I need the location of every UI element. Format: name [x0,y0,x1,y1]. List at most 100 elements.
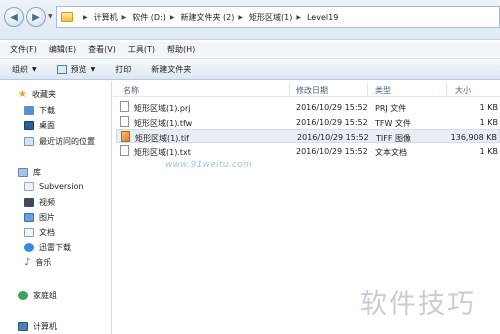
chevron-right-icon[interactable]: ▶ [122,14,127,21]
thunder-icon [24,243,34,252]
file-date: 2016/10/29 15:52 [296,147,368,156]
file-row[interactable]: 矩形区域(1).prj 2016/10/29 15:52 PRJ 文件 1 KB [116,100,500,114]
file-date: 2016/10/29 15:52 [297,133,369,142]
preview-icon [56,64,67,74]
file-row[interactable]: 矩形区域(1).tfw 2016/10/29 15:52 TFW 文件 1 KB [116,115,500,129]
homegroup-icon [18,291,28,300]
back-button[interactable]: ◀ [4,7,24,27]
file-row-selected[interactable]: 矩形区域(1).tif 2016/10/29 15:52 TIFF 图像 136… [116,129,500,143]
preview-button[interactable]: 预览 ▼ [56,64,96,75]
breadcrumb-label: 软件 (D:) [132,12,166,22]
breadcrumb-item[interactable]: 新建文件夹 (2) ▶ [181,12,250,23]
chevron-right-icon[interactable]: ▶ [238,14,243,21]
nav-label: 音乐 [35,258,52,267]
chevron-right-icon[interactable]: ▶ [296,14,301,21]
nav-label: 视频 [39,198,55,207]
nav-subversion[interactable]: Subversion [24,182,84,191]
recent-pages-dropdown-icon[interactable]: ▼ [48,13,53,20]
column-header-row: 名称 修改日期 类型 大小 [113,81,500,97]
column-type[interactable]: 类型 [375,85,391,96]
nav-thunder-downloads[interactable]: 迅雷下载 [24,242,71,253]
file-size: 1 KB [479,147,498,156]
breadcrumb-label: 矩形区域(1) [249,12,293,22]
breadcrumb-arrow-root[interactable]: ▶ [79,14,94,21]
file-date: 2016/10/29 15:52 [296,118,368,127]
file-type: PRJ 文件 [375,104,407,113]
nav-label: 迅雷下载 [39,243,71,252]
column-divider[interactable] [289,83,290,95]
new-folder-label: 新建文件夹 [151,64,192,74]
music-note-icon: ♪ [24,257,31,268]
forward-button[interactable]: ▶ [26,7,46,27]
watermark-url: www.91weitu.com [165,160,253,170]
breadcrumb-item[interactable]: 软件 (D:) ▶ [132,12,180,23]
address-bar-area: ◀ ▶ ▼ ▶ 计算机 ▶ 软件 (D:) ▶ 新建文件夹 (2) ▶ 矩形区域(1)… [0,0,500,40]
nav-music[interactable]: ♪ 音乐 [24,257,51,268]
nav-label: 库 [33,168,41,177]
column-divider[interactable] [367,83,368,95]
videos-icon [24,198,34,207]
file-date: 2016/10/29 15:52 [296,103,368,112]
column-size[interactable]: 大小 [455,85,471,96]
nav-desktop[interactable]: 桌面 [24,120,55,131]
nav-label: 文档 [39,228,55,237]
documents-icon [24,228,34,237]
chevron-right-icon: ▶ [83,13,88,21]
menu-help[interactable]: 帮助(H) [167,44,195,55]
new-folder-button[interactable]: 新建文件夹 [151,64,191,75]
nav-documents[interactable]: 文档 [24,227,55,238]
menu-view[interactable]: 查看(V) [88,44,116,55]
recent-places-icon [24,137,34,146]
breadcrumb-item[interactable]: 矩形区域(1) ▶ [249,12,307,23]
nav-computer[interactable]: 计算机 [18,321,57,332]
file-name: 矩形区域(1).tif [135,134,190,143]
downloads-icon [24,106,34,115]
nav-recent-places[interactable]: 最近访问的位置 [24,136,95,147]
breadcrumb[interactable]: ▶ 计算机 ▶ 软件 (D:) ▶ 新建文件夹 (2) ▶ 矩形区域(1) ▶ Leve… [56,6,500,28]
nav-pictures[interactable]: 图片 [24,212,55,223]
forward-arrow-icon: ▶ [32,11,40,23]
column-divider[interactable] [446,83,447,95]
breadcrumb-label: Level19 [306,12,339,22]
organize-button[interactable]: 组织 ▼ [12,64,37,75]
nav-label: 桌面 [39,121,55,130]
nav-downloads[interactable]: 下载 [24,105,55,116]
nav-label: 收藏夹 [31,90,56,99]
nav-favorites[interactable]: ★ 收藏夹 [18,89,56,100]
nav-homegroup[interactable]: 家庭组 [18,290,57,301]
breadcrumb-item[interactable]: Level19 [307,13,338,22]
watermark-text: 软件技巧 [360,289,476,320]
star-icon: ★ [18,89,27,100]
chevron-right-icon[interactable]: ▶ [170,14,175,21]
file-name: 矩形区域(1).prj [134,104,191,113]
breadcrumb-item[interactable]: 计算机 ▶ [94,12,133,23]
libraries-icon [18,168,28,177]
column-modified[interactable]: 修改日期 [296,85,328,96]
file-type: TIFF 图像 [376,134,411,143]
back-arrow-icon: ◀ [10,11,18,23]
nav-label: Subversion [39,182,84,191]
file-type: 文本文档 [375,148,407,157]
file-row[interactable]: 矩形区域(1).txt 2016/10/29 15:52 文本文档 1 KB [116,144,500,158]
computer-icon [18,322,28,331]
image-file-icon [121,131,130,142]
file-name: 矩形区域(1).txt [134,148,191,157]
menu-edit[interactable]: 编辑(E) [49,44,76,55]
menu-file[interactable]: 文件(F) [10,44,37,55]
folder-icon [61,12,73,22]
print-button[interactable]: 打印 [115,64,131,75]
nav-libraries[interactable]: 库 [18,167,41,178]
file-type: TFW 文件 [375,119,411,128]
command-toolbar: 组织 ▼ 预览 ▼ 打印 新建文件夹 [0,58,500,80]
breadcrumb-label: 计算机 [93,12,118,22]
breadcrumb-label: 新建文件夹 (2) [180,12,235,22]
nav-label: 图片 [39,213,55,222]
file-icon [120,101,129,112]
nav-label: 下载 [39,106,55,115]
column-name[interactable]: 名称 [123,85,139,96]
nav-videos[interactable]: 视频 [24,197,55,208]
chevron-down-icon: ▼ [90,65,96,73]
menu-tools[interactable]: 工具(T) [128,44,155,55]
navigation-pane: ★ 收藏夹 下载 桌面 最近访问的位置 库 Subversion 视频 图片 文档… [0,81,112,334]
file-icon [120,116,129,127]
